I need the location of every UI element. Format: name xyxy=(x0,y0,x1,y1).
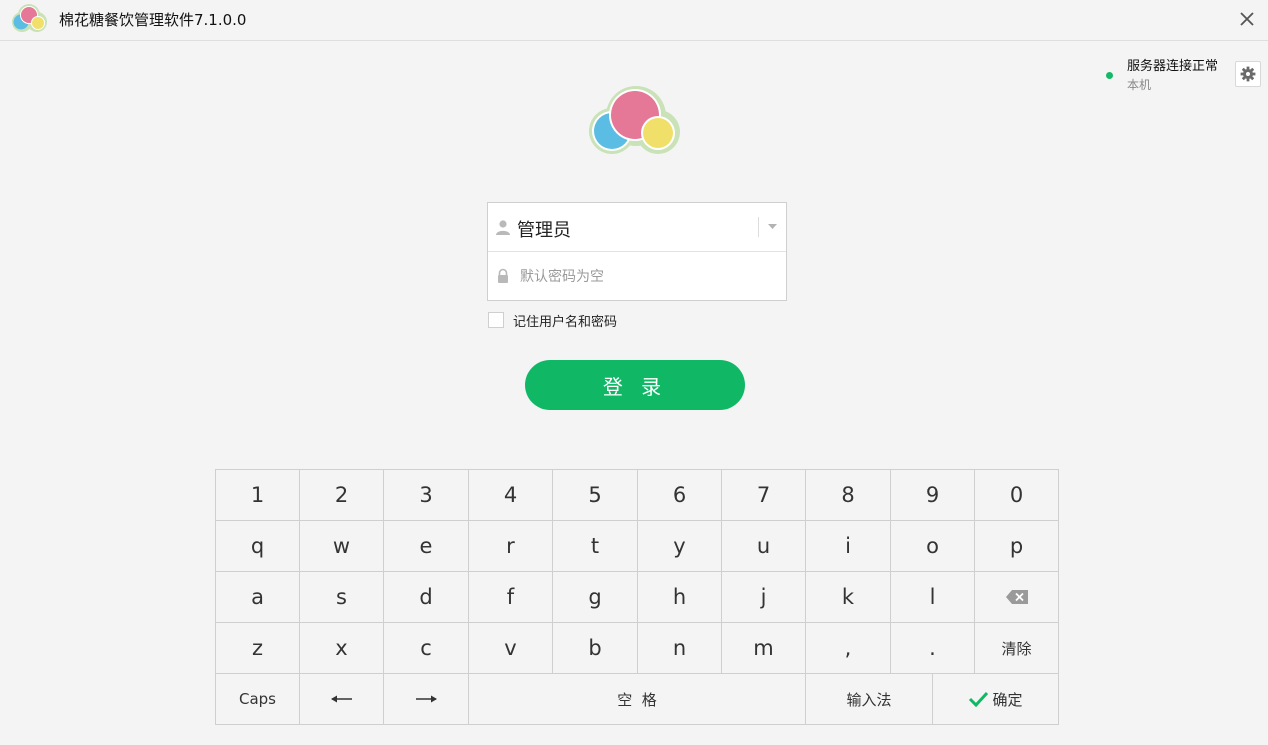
space-key[interactable]: 空 格 xyxy=(469,674,806,724)
key-i[interactable]: i xyxy=(806,521,891,572)
key-5[interactable]: 5 xyxy=(553,470,638,521)
close-icon xyxy=(1240,12,1254,26)
key-v[interactable]: v xyxy=(469,623,553,674)
left-arrow-key[interactable] xyxy=(300,674,384,724)
key-2[interactable]: 2 xyxy=(300,470,384,521)
confirm-key-content: 确定 xyxy=(968,689,1023,710)
backspace-key[interactable] xyxy=(975,572,1058,623)
key-9[interactable]: 9 xyxy=(891,470,975,521)
caps-key[interactable]: Caps xyxy=(216,674,300,724)
server-status-text: 服务器连接正常 xyxy=(1127,59,1219,74)
key-d[interactable]: d xyxy=(384,572,469,623)
key-w[interactable]: w xyxy=(300,521,384,572)
clear-key[interactable]: 清除 xyxy=(975,623,1058,674)
brand-logo xyxy=(586,84,684,158)
key-g[interactable]: g xyxy=(553,572,638,623)
username-value: 管理员 xyxy=(517,220,571,241)
remember-credentials[interactable]: 记住用户名和密码 xyxy=(488,310,617,330)
key-1[interactable]: 1 xyxy=(216,470,300,521)
key-0[interactable]: 0 xyxy=(975,470,1058,521)
key-y[interactable]: y xyxy=(638,521,722,572)
key-period[interactable]: . xyxy=(891,623,975,674)
key-c[interactable]: c xyxy=(384,623,469,674)
username-field[interactable]: 管理员 xyxy=(488,203,786,252)
key-x[interactable]: x xyxy=(300,623,384,674)
remember-checkbox[interactable] xyxy=(488,312,504,328)
key-s[interactable]: s xyxy=(300,572,384,623)
key-4[interactable]: 4 xyxy=(469,470,553,521)
key-r[interactable]: r xyxy=(469,521,553,572)
status-dot xyxy=(1106,72,1113,79)
app-logo-icon xyxy=(9,3,51,35)
gear-icon xyxy=(1240,66,1256,82)
username-dropdown-button[interactable] xyxy=(759,203,786,251)
key-a[interactable]: a xyxy=(216,572,300,623)
settings-button[interactable] xyxy=(1235,61,1261,87)
virtual-keyboard: 1 2 3 4 5 6 7 8 9 0 q w e r t y u i o p a s d f g h j k l z x c v b n m,. 清除… xyxy=(215,469,1059,725)
arrow-right-icon xyxy=(416,695,437,703)
title-bar: 棉花糖餐饮管理软件7.1.0.0 xyxy=(0,0,1268,41)
confirm-label: 确定 xyxy=(992,690,1023,709)
confirm-key[interactable]: 确定 xyxy=(933,674,1058,724)
key-8[interactable]: 8 xyxy=(806,470,891,521)
key-m[interactable]: m xyxy=(722,623,806,674)
key-7[interactable]: 7 xyxy=(722,470,806,521)
arrow-left-icon xyxy=(330,695,352,703)
password-input[interactable] xyxy=(518,264,777,290)
right-arrow-key[interactable] xyxy=(384,674,469,724)
key-l[interactable]: l xyxy=(891,572,975,623)
window-title: 棉花糖餐饮管理软件7.1.0.0 xyxy=(59,11,247,29)
chevron-down-icon xyxy=(768,224,777,229)
key-n[interactable]: n xyxy=(638,623,722,674)
key-3[interactable]: 3 xyxy=(384,470,469,521)
key-t[interactable]: t xyxy=(553,521,638,572)
ime-key[interactable]: 输入法 xyxy=(806,674,933,724)
key-j[interactable]: j xyxy=(722,572,806,623)
login-button[interactable]: 登 录 xyxy=(525,360,745,410)
user-icon xyxy=(495,219,511,235)
server-host-text: 本机 xyxy=(1127,78,1152,92)
key-e[interactable]: e xyxy=(384,521,469,572)
key-h[interactable]: h xyxy=(638,572,722,623)
backspace-icon xyxy=(1005,590,1028,604)
login-form: 管理员 xyxy=(487,202,787,301)
key-b[interactable]: b xyxy=(553,623,638,674)
key-z[interactable]: z xyxy=(216,623,300,674)
close-button[interactable] xyxy=(1232,5,1262,33)
key-u[interactable]: u xyxy=(722,521,806,572)
password-row xyxy=(488,252,786,300)
checkmark-icon xyxy=(969,691,989,707)
key-p[interactable]: p xyxy=(975,521,1058,572)
key-o[interactable]: o xyxy=(891,521,975,572)
remember-label: 记住用户名和密码 xyxy=(513,314,618,330)
key-q[interactable]: q xyxy=(216,521,300,572)
key-6[interactable]: 6 xyxy=(638,470,722,521)
key-f[interactable]: f xyxy=(469,572,553,623)
lock-icon xyxy=(495,268,511,284)
server-status: 服务器连接正常 本机 xyxy=(1104,55,1228,95)
key-comma[interactable]: , xyxy=(806,623,891,674)
key-k[interactable]: k xyxy=(806,572,891,623)
